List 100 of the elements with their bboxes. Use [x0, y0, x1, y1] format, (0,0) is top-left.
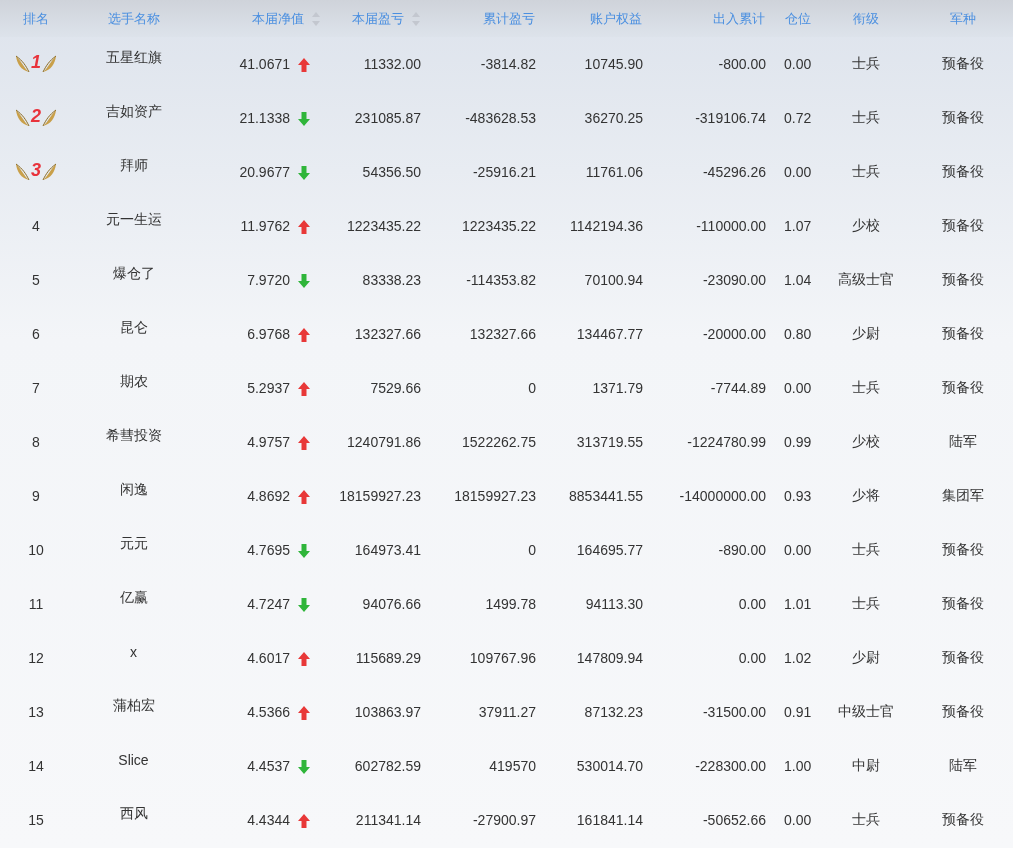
period-profit: 1240791.86	[347, 434, 421, 450]
service-branch: 预备役	[941, 325, 984, 341]
period-profit: 602782.59	[354, 758, 421, 774]
player-name: 希彗投资	[105, 427, 162, 443]
position-ratio: 1.02	[784, 650, 812, 666]
rank-number: 12	[28, 650, 44, 666]
cash-flow-total: -31500.00	[702, 704, 766, 720]
position-ratio: 0.91	[784, 704, 812, 720]
account-equity: 11761.06	[585, 164, 643, 180]
sort-icon[interactable]	[312, 11, 320, 26]
account-equity: 94113.30	[585, 596, 643, 612]
account-equity: 10745.90	[584, 56, 643, 72]
net-value: 4.7247	[247, 595, 290, 612]
net-value: 4.7695	[247, 541, 290, 558]
rank-number: 14	[28, 758, 44, 774]
period-profit: 94076.66	[362, 596, 421, 612]
net-value: 4.4537	[247, 757, 290, 774]
net-value: 4.8692	[247, 487, 290, 504]
cash-flow-total: -800.00	[718, 56, 766, 72]
service-branch: 陆军	[948, 757, 977, 773]
laurel-rank-badge: 3	[14, 159, 58, 182]
player-name: 元元	[119, 535, 148, 551]
column-header[interactable]: 本届净值	[252, 10, 304, 26]
service-branch: 预备役	[941, 541, 984, 557]
rank-title: 士兵	[852, 55, 880, 71]
player-name: 西风	[119, 805, 148, 821]
position-ratio: 1.00	[784, 758, 812, 774]
player-name: 蒲柏宏	[112, 697, 155, 713]
player-name: 吉如资产	[105, 103, 162, 119]
account-equity: 36270.25	[584, 110, 643, 126]
position-ratio: 0.00	[784, 542, 812, 558]
net-value: 6.9768	[247, 325, 290, 342]
total-profit: 419570	[489, 758, 536, 774]
rank-number: 11	[28, 596, 44, 612]
position-ratio: 0.00	[784, 164, 812, 180]
cash-flow-total: -890.00	[718, 542, 766, 558]
cash-flow-total: -7744.89	[710, 380, 766, 396]
position-ratio: 0.72	[784, 110, 812, 126]
column-header: 仓位	[784, 10, 811, 26]
position-ratio: 0.00	[784, 380, 812, 396]
account-equity: 8853441.55	[569, 488, 643, 504]
rank-number: 4	[32, 218, 40, 234]
player-name: 五星红旗	[105, 49, 162, 65]
column-header: 出入累计	[713, 10, 765, 26]
laurel-rank-badge: 1	[14, 51, 58, 74]
total-profit: -27900.97	[472, 812, 536, 828]
total-profit: 1522262.75	[462, 434, 536, 450]
rank-title: 少校	[852, 217, 880, 233]
cash-flow-total: -14000000.00	[679, 488, 766, 504]
rank-number: 8	[32, 434, 40, 450]
column-header: 账户权益	[590, 10, 642, 26]
cash-flow-total: 0.00	[738, 596, 766, 612]
position-ratio: 0.93	[784, 488, 812, 504]
account-equity: 70100.94	[584, 272, 643, 288]
cash-flow-total: -110000.00	[696, 218, 766, 234]
service-branch: 预备役	[941, 811, 984, 827]
service-branch: 预备役	[941, 109, 984, 125]
net-value: 4.6017	[247, 649, 290, 666]
player-name: Slice	[118, 752, 149, 768]
rank-title: 少尉	[852, 649, 880, 665]
total-profit: -3814.82	[480, 56, 536, 72]
period-profit: 132327.66	[354, 326, 421, 342]
net-value: 4.9757	[247, 433, 290, 450]
column-header: 选手名称	[107, 10, 160, 26]
period-profit: 164973.41	[354, 542, 421, 558]
cash-flow-total: -319106.74	[695, 110, 766, 126]
cash-flow-total: 0.00	[738, 650, 766, 666]
total-profit: 132327.66	[469, 326, 536, 342]
rank-title: 士兵	[852, 379, 880, 395]
player-name: 爆仓了	[112, 265, 155, 281]
service-branch: 预备役	[941, 703, 984, 719]
service-branch: 预备役	[941, 595, 984, 611]
rank-title: 少尉	[852, 325, 880, 341]
service-branch: 陆军	[948, 433, 977, 449]
cash-flow-total: -23090.00	[702, 272, 766, 288]
position-ratio: 0.80	[784, 326, 812, 342]
sort-icon[interactable]	[412, 11, 420, 26]
rank-title: 中尉	[852, 757, 880, 773]
account-equity: 161841.14	[576, 812, 643, 828]
total-profit: 0	[528, 542, 536, 558]
service-branch: 预备役	[941, 271, 984, 287]
service-branch: 预备役	[941, 163, 984, 179]
total-profit: 0	[528, 380, 536, 396]
rank-number: 5	[32, 272, 40, 288]
period-profit: 54356.50	[362, 164, 421, 180]
total-profit: -483628.53	[465, 110, 536, 126]
position-ratio: 1.07	[784, 218, 812, 234]
position-ratio: 0.99	[784, 434, 812, 450]
rank-title: 士兵	[852, 541, 880, 557]
rank-number: 15	[28, 812, 44, 828]
period-profit: 83338.23	[362, 272, 421, 288]
rank-title: 士兵	[852, 163, 880, 179]
column-header[interactable]: 本届盈亏	[352, 10, 404, 26]
account-equity: 1371.79	[592, 380, 643, 396]
period-profit: 115689.29	[355, 650, 421, 666]
period-profit: 11332.00	[363, 56, 421, 72]
account-equity: 147809.94	[576, 650, 643, 666]
laurel-rank-badge: 2	[14, 105, 58, 128]
rank-title: 中级士官	[838, 703, 894, 719]
cash-flow-total: -228300.00	[695, 758, 766, 774]
